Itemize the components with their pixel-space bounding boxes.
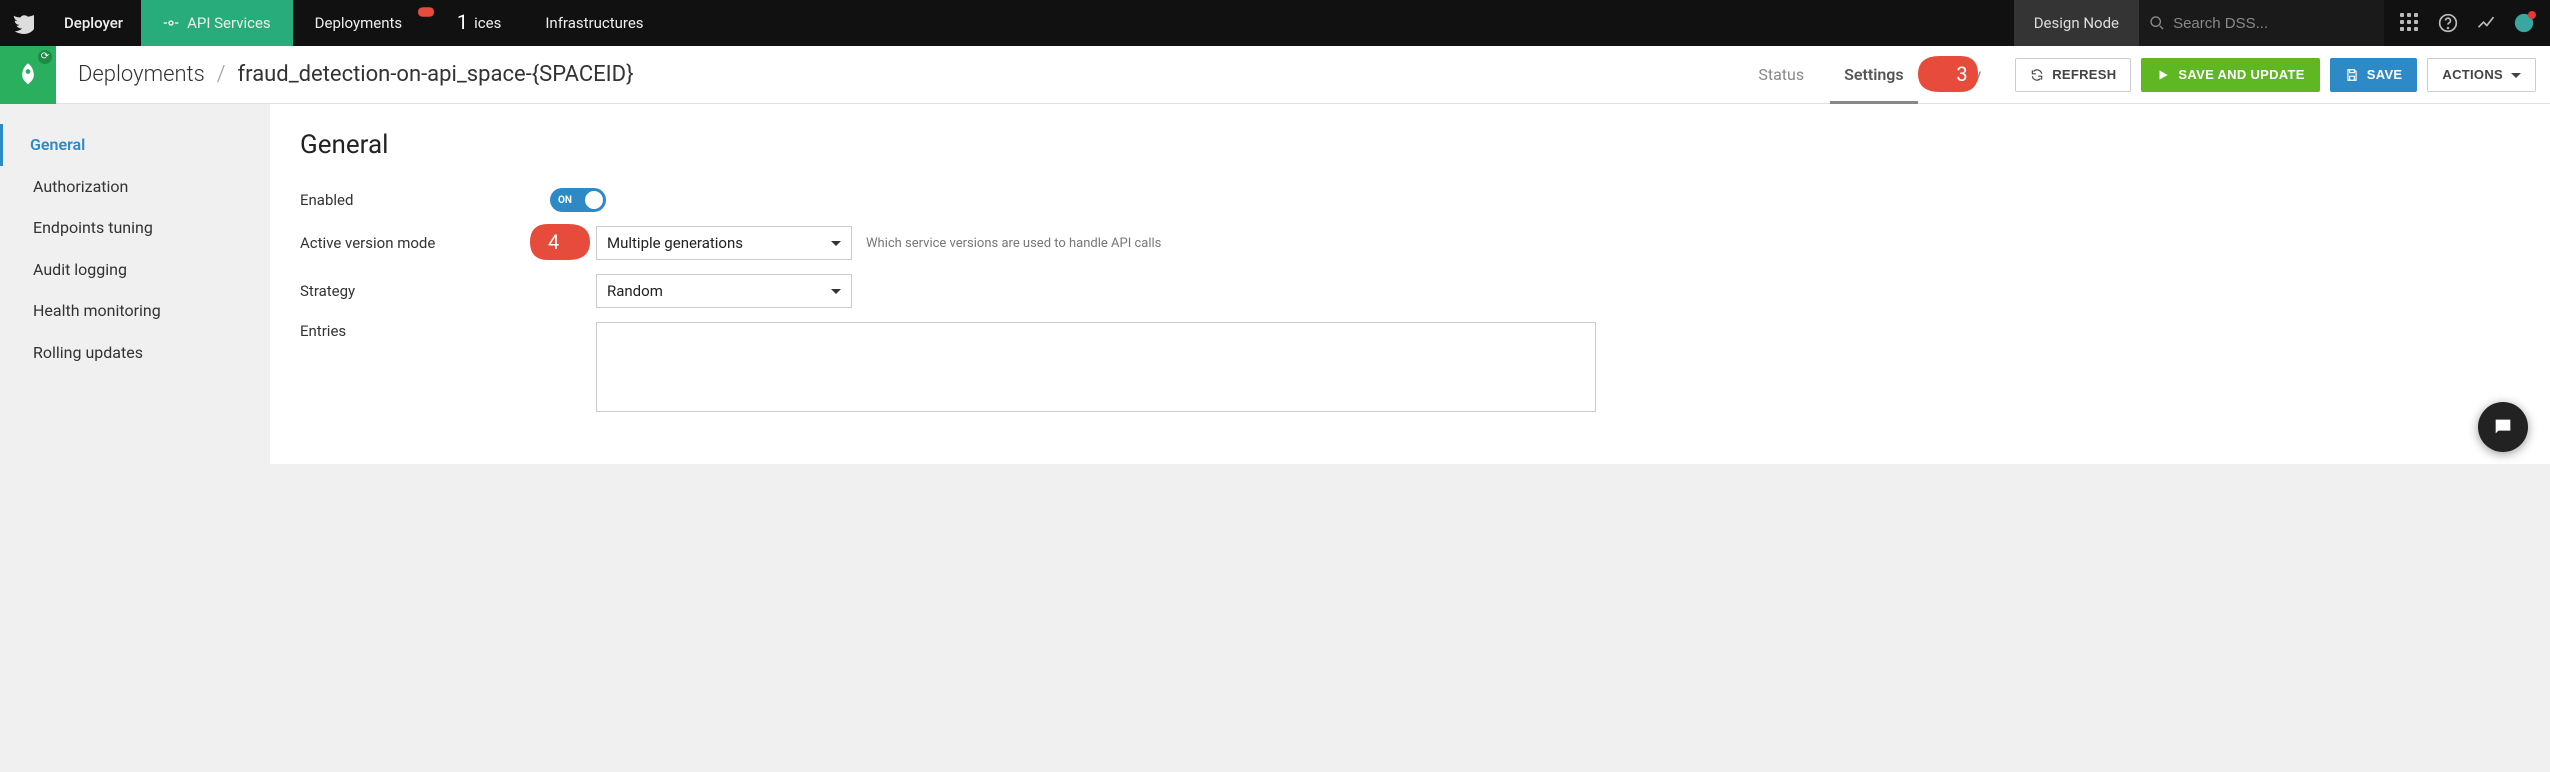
search-icon xyxy=(2149,14,2165,32)
notification-dot xyxy=(2528,11,2536,19)
caret-down-icon xyxy=(2511,73,2521,83)
row-enabled: Enabled ON xyxy=(300,188,2520,212)
nav-tab-label: ices xyxy=(474,14,501,32)
refresh-button[interactable]: REFRESH xyxy=(2015,58,2131,92)
activity-icon[interactable] xyxy=(2476,13,2496,33)
save-icon xyxy=(2345,68,2359,82)
sidenav-item-audit-logging[interactable]: Audit logging xyxy=(0,249,270,291)
sidenav-item-endpoints-tuning[interactable]: Endpoints tuning xyxy=(0,207,270,249)
sidenav-item-health-monitoring[interactable]: Health monitoring xyxy=(0,290,270,332)
row-active-version-mode: Active version mode 4 Multiple generatio… xyxy=(300,226,2520,260)
nav-tab-services[interactable]: ices xyxy=(424,0,523,46)
enabled-toggle[interactable]: ON xyxy=(550,188,606,212)
label-enabled: Enabled xyxy=(300,191,550,209)
caret-down-icon xyxy=(831,289,841,299)
breadcrumb: Deployments / fraud_detection-on-api_spa… xyxy=(56,62,656,87)
label-strategy: Strategy xyxy=(300,282,550,300)
plug-icon xyxy=(163,15,179,31)
active-version-mode-select[interactable]: Multiple generations xyxy=(596,226,852,260)
refresh-icon xyxy=(2030,68,2044,82)
label-active-version-mode: Active version mode xyxy=(300,234,550,252)
toggle-knob xyxy=(585,191,603,209)
nav-tab-deployments[interactable]: Deployments 1 xyxy=(293,0,424,46)
sidenav-item-general[interactable]: General xyxy=(0,124,270,166)
top-nav: Deployer API Services Deployments 1 ices… xyxy=(0,0,2550,46)
breadcrumb-separator: / xyxy=(217,62,226,87)
app-name[interactable]: Deployer xyxy=(46,0,141,46)
body: General Authorization Endpoints tuning A… xyxy=(0,104,2550,464)
sub-header: ⟳ Deployments / fraud_detection-on-api_s… xyxy=(0,46,2550,104)
profile-icon[interactable] xyxy=(2514,13,2534,33)
sidenav-item-rolling-updates[interactable]: Rolling updates xyxy=(0,332,270,374)
nav-tab-label: API Services xyxy=(187,14,271,32)
header-actions: REFRESH SAVE AND UPDATE SAVE ACTIONS xyxy=(2001,58,2550,92)
hint-active-version-mode: Which service versions are used to handl… xyxy=(866,236,1161,251)
apps-icon[interactable] xyxy=(2400,13,2420,33)
sync-badge-icon: ⟳ xyxy=(38,50,52,64)
save-button[interactable]: SAVE xyxy=(2330,58,2418,92)
search-input[interactable] xyxy=(2173,15,2374,32)
global-search[interactable] xyxy=(2139,0,2384,46)
nav-tab-infrastructures[interactable]: Infrastructures xyxy=(523,0,665,46)
save-and-update-button[interactable]: SAVE AND UPDATE xyxy=(2141,58,2319,92)
sidenav-item-authorization[interactable]: Authorization xyxy=(0,166,270,208)
entries-box[interactable] xyxy=(596,322,1596,412)
play-icon xyxy=(2156,68,2170,82)
chat-icon xyxy=(2492,416,2514,438)
nav-tab-label: Deployments xyxy=(315,14,402,32)
tab-settings[interactable]: Settings 3 xyxy=(1824,46,1924,103)
settings-panel: General Enabled ON Active version mode 4… xyxy=(270,104,2550,464)
nav-tab-label: Infrastructures xyxy=(545,14,643,32)
actions-button[interactable]: ACTIONS xyxy=(2427,58,2536,92)
bird-icon xyxy=(12,12,34,34)
page-tabs: Status Settings 3 y xyxy=(1738,46,2001,103)
chat-fab[interactable] xyxy=(2478,402,2528,452)
row-strategy: Strategy Random xyxy=(300,274,2520,308)
side-nav: General Authorization Endpoints tuning A… xyxy=(0,104,270,464)
panel-title: General xyxy=(300,130,2520,160)
node-indicator[interactable]: Design Node xyxy=(2014,0,2139,46)
strategy-select[interactable]: Random xyxy=(596,274,852,308)
tab-history[interactable]: y xyxy=(1924,46,2002,103)
app-logo[interactable] xyxy=(0,0,46,46)
rocket-icon xyxy=(14,61,42,89)
nav-tab-api-services[interactable]: API Services xyxy=(141,0,293,46)
caret-down-icon xyxy=(831,241,841,251)
tab-status[interactable]: Status xyxy=(1738,46,1824,103)
row-entries: Entries xyxy=(300,322,2520,412)
top-icons xyxy=(2384,0,2550,46)
breadcrumb-name: fraud_detection-on-api_space-{SPACEID} xyxy=(238,62,634,87)
breadcrumb-root[interactable]: Deployments xyxy=(78,62,205,87)
label-entries: Entries xyxy=(300,322,550,340)
project-icon[interactable]: ⟳ xyxy=(0,46,56,104)
help-icon[interactable] xyxy=(2438,13,2458,33)
